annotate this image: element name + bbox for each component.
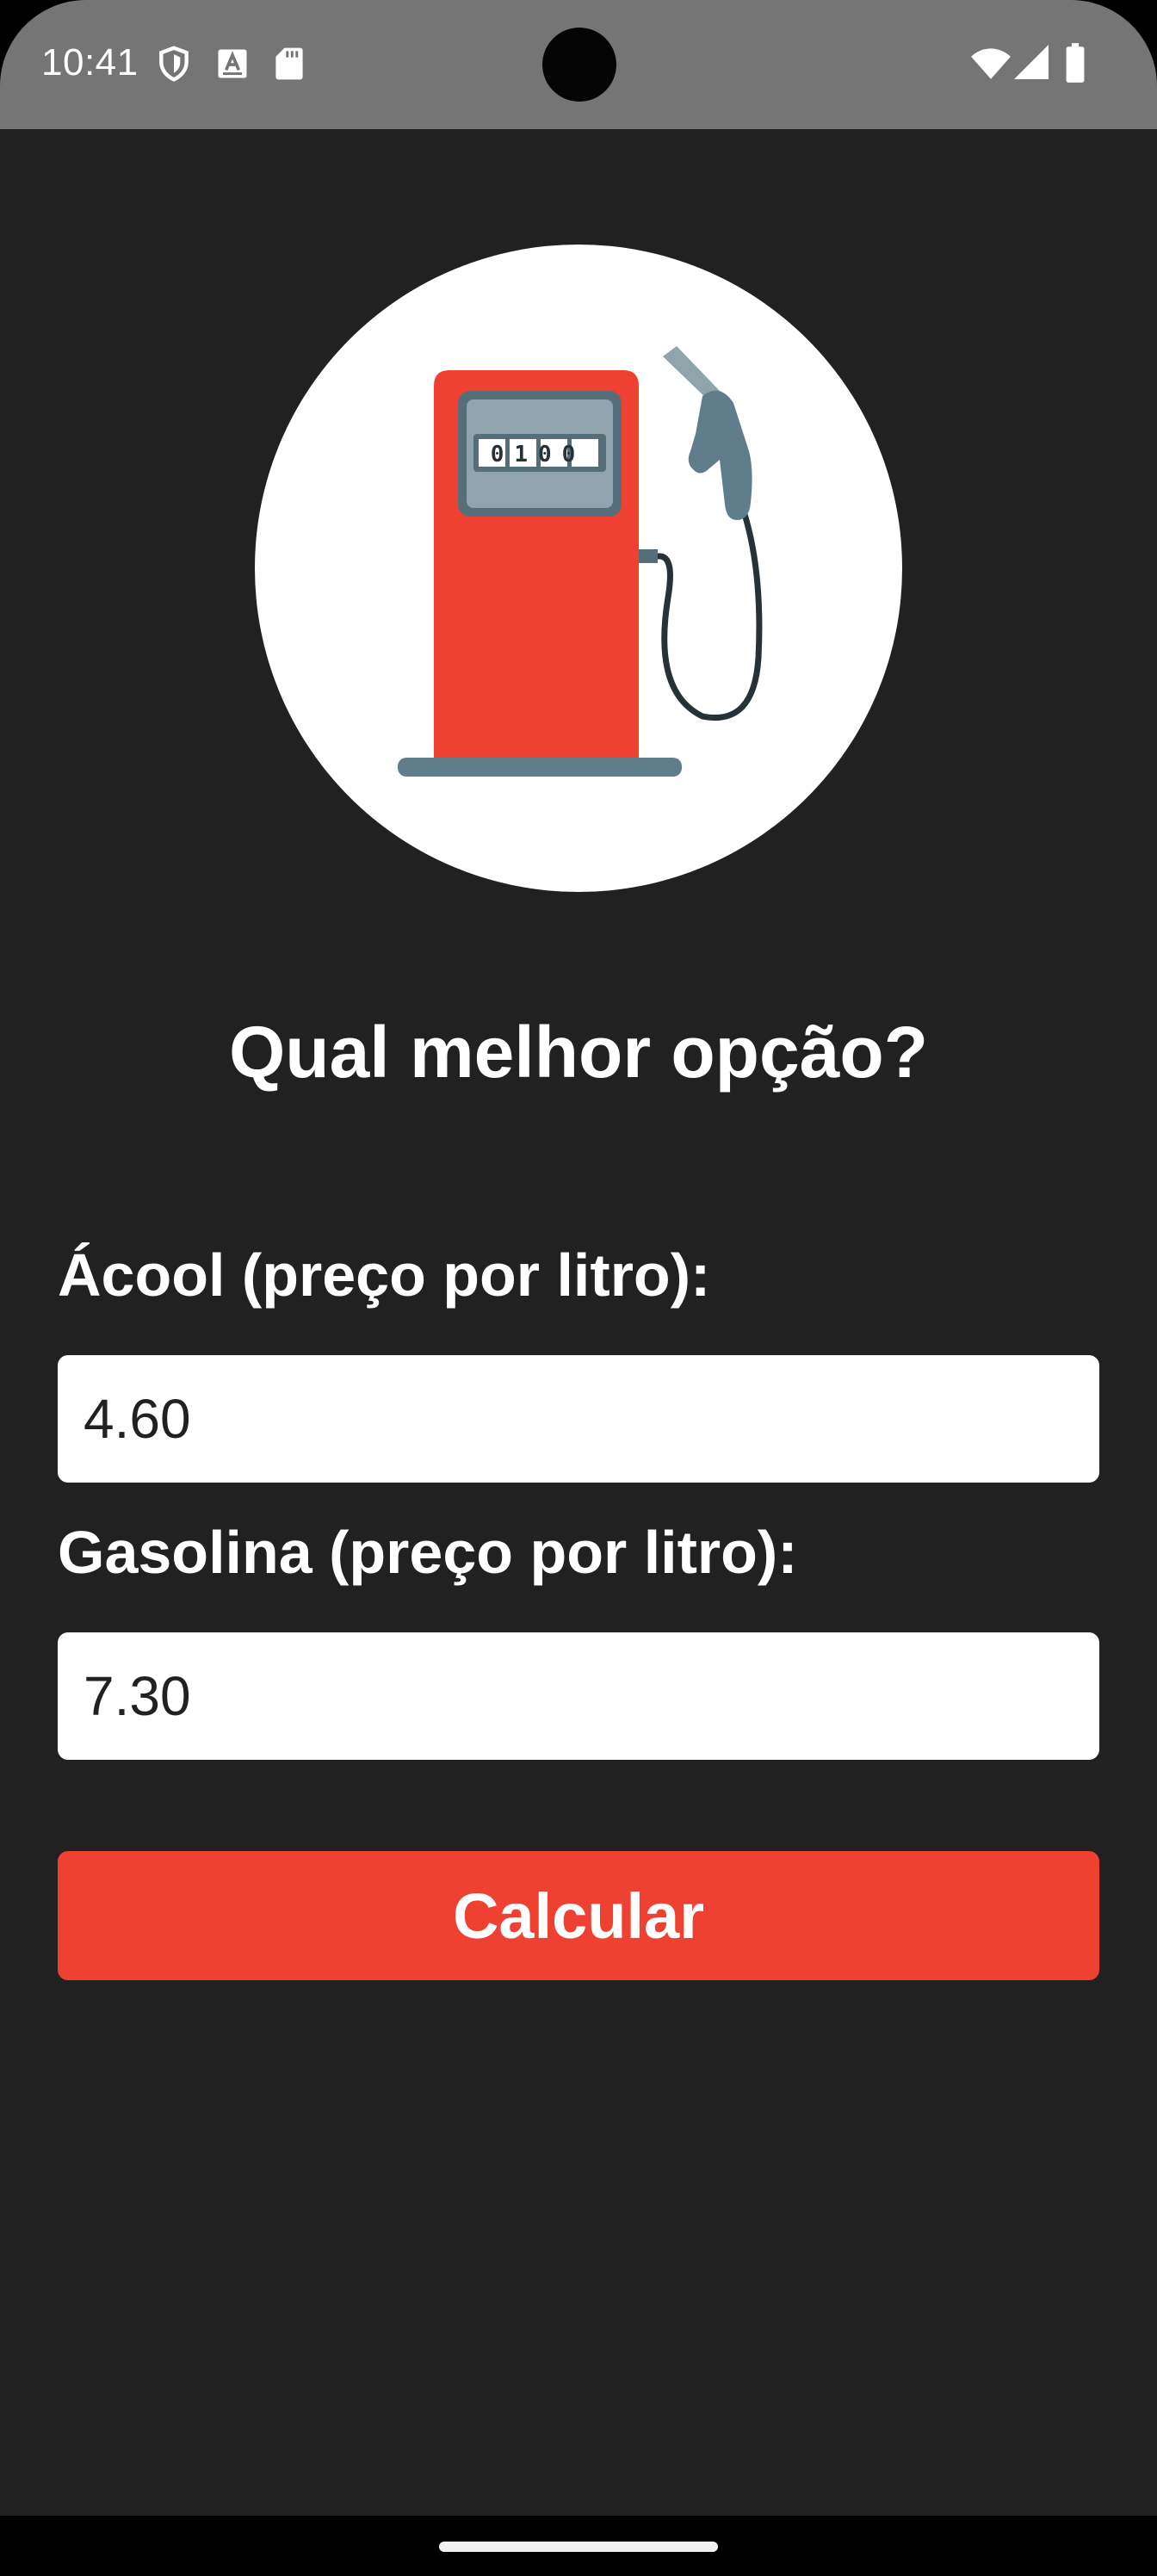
phone-screen: 10:41 0100 Qual melhor opção? Ácool (pre… [0,0,1157,2576]
fuel-pump-image: 0100 [255,245,902,892]
gasoline-price-label: Gasolina (preço por litro): [58,1519,798,1586]
app-content: 0100 Qual melhor opção? Ácool (preço por… [0,129,1157,2516]
signal-icon [1014,45,1049,79]
home-gesture-handle[interactable] [439,2542,718,2552]
status-time: 10:41 [41,41,139,84]
keyboard-a-icon [218,49,247,78]
calculate-button[interactable]: Calcular [58,1851,1099,1980]
pump-base [398,758,682,777]
shield-icon [159,46,189,82]
camera-cutout [542,28,616,102]
alcohol-price-input[interactable] [58,1355,1099,1483]
pump-counter-digits: 0100 [491,442,586,468]
status-bar: 10:41 [0,0,1157,129]
alcohol-price-label: Ácool (preço por litro): [58,1242,711,1309]
page-title: Qual melhor opção? [228,1012,929,1093]
battery-icon [1066,43,1085,83]
wifi-icon [971,48,1011,79]
navigation-bar [0,2516,1157,2576]
hose-connector [639,549,658,563]
gasoline-price-input[interactable] [58,1632,1099,1760]
sd-card-icon [275,47,303,80]
